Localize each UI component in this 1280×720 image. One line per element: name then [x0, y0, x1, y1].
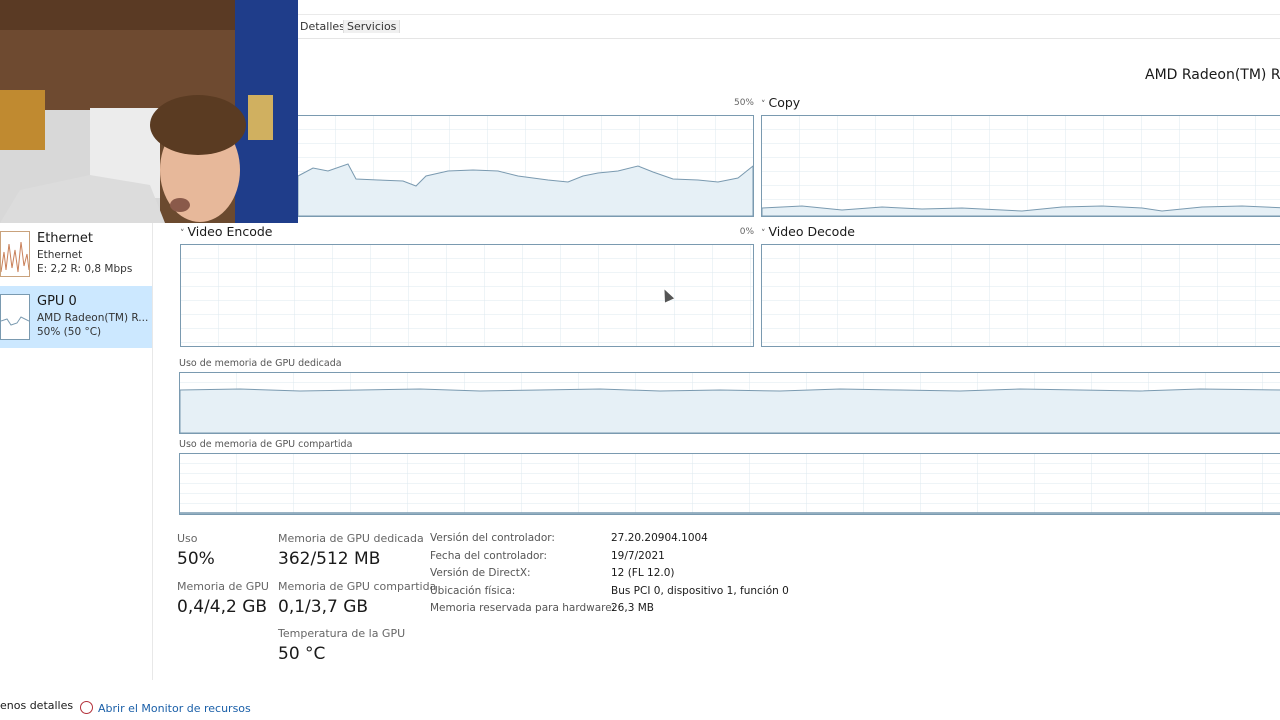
- graph-3d-svg: [298, 116, 753, 216]
- graph-decode-label: Video Decode: [768, 224, 855, 239]
- gpu-memory-value: 0,4/4,2 GB: [177, 597, 268, 617]
- graph-shared-svg: [180, 454, 1280, 514]
- chevron-down-icon: ˅: [761, 229, 766, 239]
- driver-version-label: Versión del controlador:: [430, 532, 555, 544]
- dedicated-memory-label: Uso de memoria de GPU dedicada: [179, 358, 342, 369]
- sidebar-item-gpu0[interactable]: GPU 0 AMD Radeon(TM) R... 50% (50 °C): [0, 286, 152, 348]
- shared-memory-stat-value: 0,1/3,7 GB: [278, 597, 369, 617]
- sidebar-gpu-usage: 50% (50 °C): [37, 326, 102, 338]
- directx-version-label: Versión de DirectX:: [430, 567, 531, 579]
- sidebar-gpu-sub: AMD Radeon(TM) R...: [37, 312, 149, 324]
- gpu-name-header: AMD Radeon(TM) R7: [1145, 67, 1280, 83]
- reserved-memory-value: 26,3 MB: [611, 602, 654, 614]
- tab-detalles[interactable]: Detalles: [297, 20, 348, 33]
- graph-encode-title[interactable]: ˅ Video Encode: [180, 224, 272, 239]
- driver-date-value: 19/7/2021: [611, 550, 665, 562]
- graph-dedicated-memory: [179, 372, 1280, 434]
- graph-shared-memory: [179, 453, 1280, 515]
- webcam-overlay: [0, 0, 298, 223]
- directx-version-value: 12 (FL 12.0): [611, 567, 675, 579]
- graph-3d: [297, 115, 754, 217]
- sidebar-item-ethernet[interactable]: Ethernet Ethernet E: 2,2 R: 0,8 Mbps: [0, 223, 152, 285]
- sidebar-ethernet-title: Ethernet: [37, 231, 93, 246]
- sidebar-ethernet-sub: Ethernet: [37, 249, 83, 261]
- graph-dedicated-svg: [180, 373, 1280, 433]
- reserved-memory-label: Memoria reservada para hardware:: [430, 602, 616, 614]
- shared-memory-label: Uso de memoria de GPU compartida: [179, 439, 353, 450]
- graph-copy-title[interactable]: ˅ Copy: [761, 95, 800, 110]
- webcam-image: [0, 0, 298, 223]
- gpu-temperature-label: Temperatura de la GPU: [278, 627, 406, 640]
- chevron-down-icon: ˅: [761, 100, 766, 110]
- resource-monitor-icon: [80, 701, 93, 714]
- graph-decode-svg: [762, 245, 1280, 346]
- sidebar: Ethernet Ethernet E: 2,2 R: 0,8 Mbps GPU…: [0, 223, 153, 680]
- driver-date-label: Fecha del controlador:: [430, 550, 548, 562]
- graph-decode: [761, 244, 1280, 347]
- ethernet-thumbnail-graph: [0, 231, 30, 277]
- open-resource-monitor-link[interactable]: Abrir el Monitor de recursos: [80, 699, 251, 715]
- physical-location-value: Bus PCI 0, dispositivo 1, función 0: [611, 585, 789, 597]
- shared-memory-stat-label: Memoria de GPU compartida: [278, 580, 437, 593]
- sidebar-ethernet-rate: E: 2,2 R: 0,8 Mbps: [37, 263, 133, 275]
- gpu-memory-label: Memoria de GPU: [177, 580, 269, 593]
- sidebar-gpu-title: GPU 0: [37, 294, 77, 309]
- graph-encode-percent: 0%: [739, 227, 754, 237]
- physical-location-label: Ubicación física:: [430, 585, 516, 597]
- resource-monitor-link-text[interactable]: Abrir el Monitor de recursos: [98, 702, 251, 715]
- uso-label: Uso: [177, 532, 198, 545]
- chevron-down-icon: ˅: [180, 229, 185, 239]
- driver-version-value: 27.20.20904.1004: [611, 532, 708, 544]
- gpu-thumbnail-graph: [0, 294, 30, 340]
- ethernet-thumb-svg: [0, 241, 30, 273]
- graph-copy-label: Copy: [768, 95, 801, 110]
- dedicated-memory-stat-label: Memoria de GPU dedicada: [278, 532, 424, 545]
- uso-value: 50%: [177, 549, 215, 569]
- less-details-button[interactable]: enos detalles: [0, 699, 73, 712]
- graph-copy-svg: [762, 116, 1280, 216]
- tab-servicios[interactable]: Servicios: [343, 20, 401, 33]
- graph-copy: [761, 115, 1280, 217]
- dedicated-memory-stat-value: 362/512 MB: [278, 549, 381, 569]
- gpu-temperature-value: 50 °C: [278, 644, 326, 664]
- graph-encode-label: Video Encode: [187, 224, 273, 239]
- graph-decode-title[interactable]: ˅ Video Decode: [761, 224, 855, 239]
- gpu-thumb-svg: [0, 316, 30, 326]
- graph-3d-percent: 50%: [733, 98, 754, 108]
